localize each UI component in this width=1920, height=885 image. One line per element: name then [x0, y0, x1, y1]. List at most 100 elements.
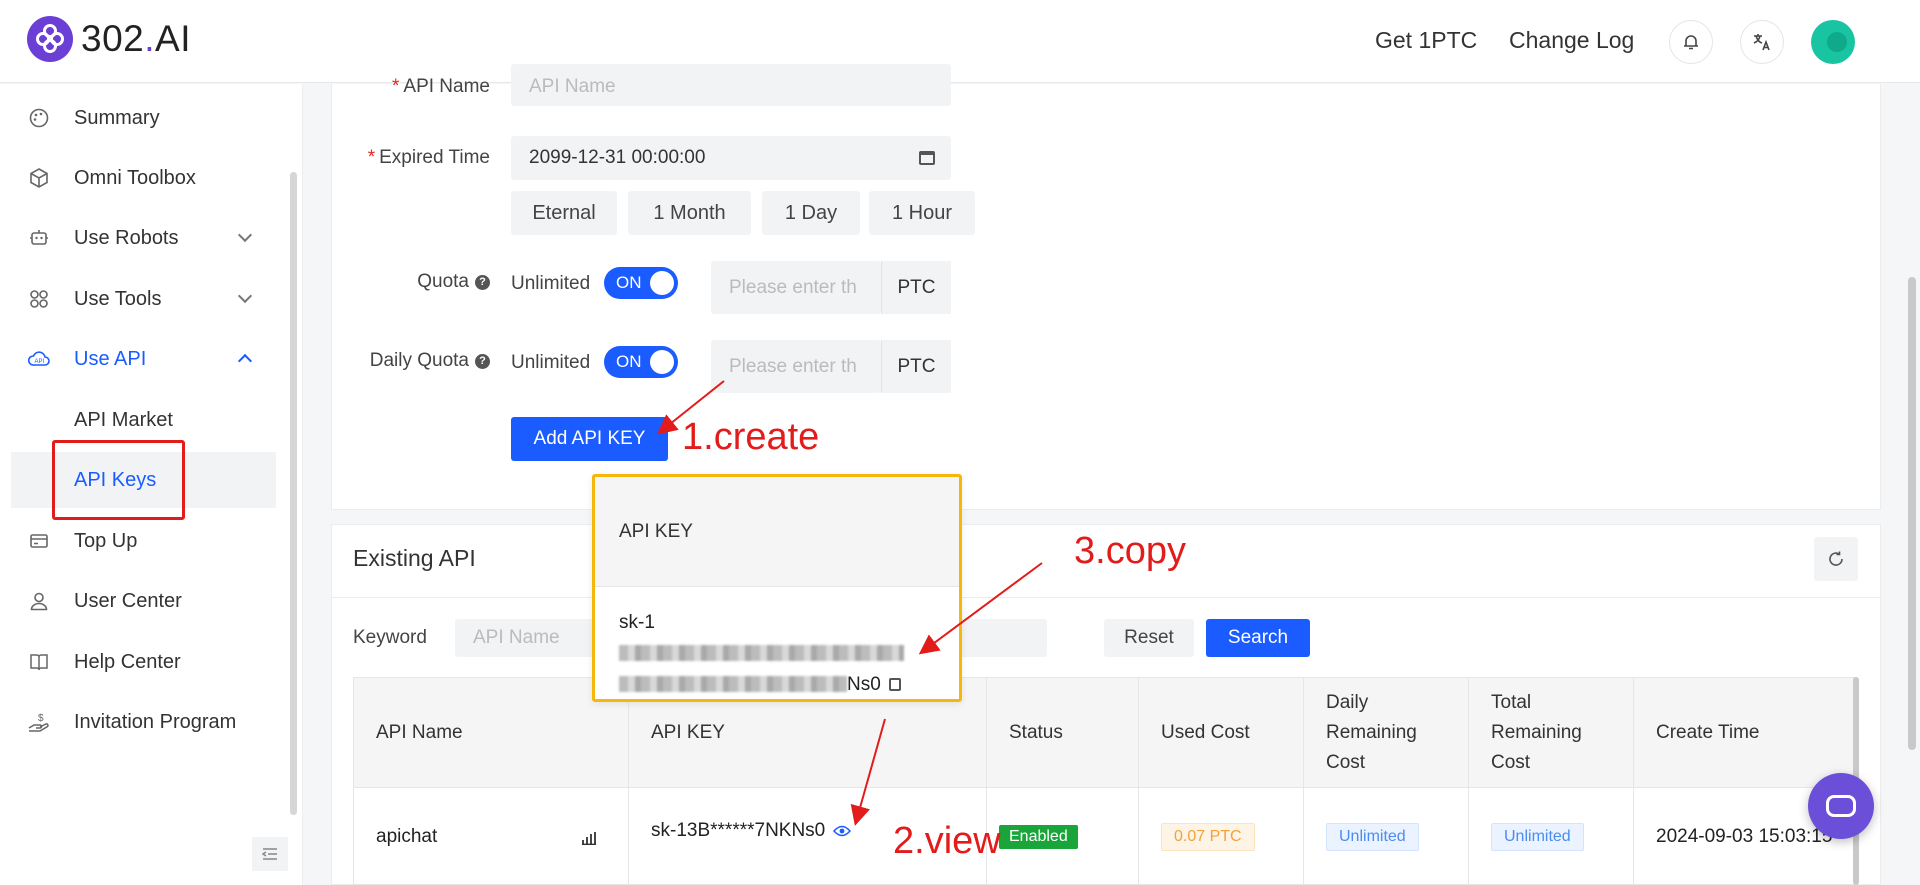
sidebar-item-label: Summary	[74, 106, 160, 129]
logo[interactable]: 302.AI	[27, 16, 191, 62]
full-api-key[interactable]: sk-1 Ns0	[619, 607, 939, 700]
duration-eternal-button[interactable]: Eternal	[511, 191, 617, 235]
annotation-copy: 3.copy	[1074, 530, 1186, 572]
top-header: 302.AI Get 1PTC Change Log	[0, 0, 1920, 83]
logo-text: 302.AI	[81, 18, 191, 59]
api-key-popover: API KEY sk-1 Ns0	[592, 474, 962, 702]
expired-time-label: * Expired Time	[367, 147, 490, 168]
column-header-total-remaining[interactable]: Total Remaining Cost	[1469, 678, 1634, 788]
calendar-icon	[919, 151, 935, 165]
eye-icon[interactable]	[833, 825, 852, 837]
duration-1-hour-button[interactable]: 1 Hour	[869, 191, 975, 235]
daily-quota-unlimited-label: Unlimited	[511, 352, 591, 373]
sidebar-item-label: Top Up	[74, 529, 138, 552]
api-name-cell: apichat	[354, 788, 629, 885]
chat-icon	[1826, 795, 1856, 817]
get-ptc-link[interactable]: Get 1PTC	[1375, 27, 1477, 54]
sidebar-item-use-tools[interactable]: Use Tools	[0, 271, 280, 327]
refresh-button[interactable]	[1814, 537, 1858, 581]
change-log-link[interactable]: Change Log	[1509, 27, 1634, 54]
translate-icon	[1753, 34, 1770, 51]
status-cell: Enabled	[987, 788, 1139, 885]
sidebar-item-label: Use Tools	[74, 287, 162, 310]
daily-remaining-badge: Unlimited	[1326, 823, 1419, 851]
robot-icon	[27, 226, 51, 250]
copy-icon[interactable]	[888, 678, 901, 691]
bell-icon	[1684, 35, 1698, 50]
used-cost-badge: 0.07 PTC	[1161, 823, 1255, 851]
sidebar-item-use-api[interactable]: API Use API	[0, 331, 280, 387]
column-header-api-name[interactable]: API Name	[354, 678, 629, 788]
logo-icon	[27, 16, 73, 62]
menu-fold-icon	[262, 848, 277, 860]
page-scrollbar[interactable]	[1908, 277, 1916, 750]
column-header-daily-remaining[interactable]: Daily Remaining Cost	[1304, 678, 1469, 788]
user-avatar[interactable]	[1811, 20, 1855, 64]
user-icon	[27, 589, 51, 613]
notification-bell-button[interactable]	[1669, 20, 1713, 64]
sidebar-item-label: Omni Toolbox	[74, 166, 196, 189]
chevron-down-icon	[237, 288, 253, 304]
keyword-label: Keyword	[353, 627, 427, 648]
column-header-used-cost[interactable]: Used Cost	[1139, 678, 1304, 788]
grid-icon	[27, 287, 51, 311]
collapse-sidebar-button[interactable]	[252, 837, 288, 871]
sidebar-item-label: Use API	[74, 347, 147, 370]
panel-divider	[332, 597, 1880, 598]
existing-api-title: Existing API	[353, 545, 476, 571]
sidebar-item-user-center[interactable]: User Center	[0, 573, 280, 629]
sidebar-item-summary[interactable]: Summary	[0, 90, 280, 146]
sidebar-item-invitation-program[interactable]: $ Invitation Program	[0, 694, 280, 750]
cube-icon	[27, 166, 51, 190]
used-cost-cell: 0.07 PTC	[1139, 788, 1304, 885]
duration-1-month-button[interactable]: 1 Month	[628, 191, 751, 235]
sidebar-item-label: API Market	[74, 408, 173, 431]
language-button[interactable]	[1740, 20, 1784, 64]
api-keys-table: API Name API KEY Status Used Cost Daily …	[353, 677, 1858, 885]
chat-support-button[interactable]	[1808, 773, 1874, 839]
annotation-view: 2.view	[893, 820, 1001, 862]
daily-quota-label: Daily Quota?	[352, 350, 490, 372]
palette-icon	[27, 106, 51, 130]
sidebar-scrollbar[interactable]	[290, 172, 297, 815]
total-remaining-cell: Unlimited	[1469, 788, 1634, 885]
redacted-key-part	[619, 676, 847, 692]
refresh-icon	[1829, 551, 1843, 566]
chevron-down-icon	[237, 227, 253, 243]
quota-input[interactable]: Please enter th	[711, 261, 881, 314]
sidebar-item-omni-toolbox[interactable]: Omni Toolbox	[0, 150, 280, 206]
daily-quota-unit: PTC	[881, 340, 951, 393]
search-button[interactable]: Search	[1206, 619, 1310, 657]
sidebar-item-use-robots[interactable]: Use Robots	[0, 210, 280, 266]
help-icon[interactable]: ?	[475, 275, 490, 290]
sidebar-item-label: Invitation Program	[74, 710, 237, 733]
sidebar-item-top-up[interactable]: Top Up	[0, 513, 280, 569]
reset-button[interactable]: Reset	[1104, 619, 1194, 657]
column-header-status[interactable]: Status	[987, 678, 1139, 788]
chevron-up-icon	[237, 353, 253, 369]
duration-1-day-button[interactable]: 1 Day	[762, 191, 860, 235]
add-api-key-button[interactable]: Add API KEY	[511, 417, 668, 461]
total-remaining-badge: Unlimited	[1491, 823, 1584, 851]
daily-quota-input[interactable]: Please enter th	[711, 340, 881, 393]
quota-unit: PTC	[881, 261, 951, 314]
bar-chart-icon[interactable]	[581, 831, 597, 845]
api-name-input[interactable]: API Name	[511, 64, 951, 106]
quota-label: Quota?	[352, 271, 490, 293]
popover-title: API KEY	[595, 477, 959, 587]
column-header-create-time[interactable]: Create Time	[1634, 678, 1858, 788]
svg-text:API: API	[35, 359, 45, 365]
help-icon[interactable]: ?	[475, 354, 490, 369]
sidebar-item-label: Help Center	[74, 650, 181, 673]
card-icon	[27, 529, 51, 553]
quota-unlimited-toggle[interactable]: ON	[604, 267, 678, 299]
daily-remaining-cell: Unlimited	[1304, 788, 1469, 885]
book-icon	[27, 650, 51, 674]
status-badge: Enabled	[999, 825, 1078, 849]
daily-quota-unlimited-toggle[interactable]: ON	[604, 346, 678, 378]
expired-time-input[interactable]: 2099-12-31 00:00:00	[511, 136, 951, 180]
sidebar-item-help-center[interactable]: Help Center	[0, 634, 280, 690]
sidebar-item-label: Use Robots	[74, 226, 179, 249]
table-header: API Name API KEY Status Used Cost Daily …	[354, 678, 1858, 788]
annotation-create: 1.create	[682, 416, 820, 458]
